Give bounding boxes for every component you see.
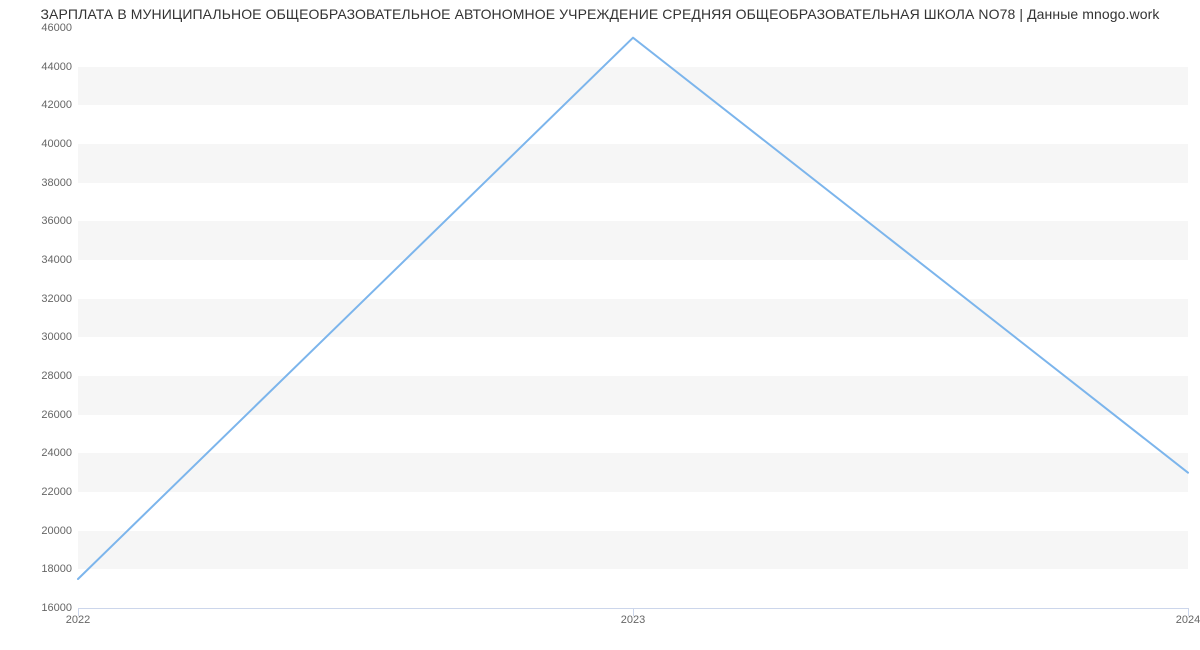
y-tick-label: 46000 (12, 22, 72, 34)
y-tick-label: 42000 (12, 99, 72, 111)
y-tick-label: 24000 (12, 447, 72, 459)
y-tick-label: 26000 (12, 409, 72, 421)
series-line (78, 38, 1188, 579)
y-tick-label: 16000 (12, 602, 72, 614)
y-tick-label: 28000 (12, 370, 72, 382)
y-tick-label: 18000 (12, 563, 72, 575)
y-tick-label: 40000 (12, 138, 72, 150)
y-tick-label: 32000 (12, 293, 72, 305)
chart-container: ЗАРПЛАТА В МУНИЦИПАЛЬНОЕ ОБЩЕОБРАЗОВАТЕЛ… (0, 0, 1200, 650)
x-tick-label: 2024 (1176, 614, 1200, 626)
plot-area (78, 28, 1188, 608)
y-tick-label: 36000 (12, 215, 72, 227)
y-tick-label: 22000 (12, 486, 72, 498)
y-tick-label: 30000 (12, 331, 72, 343)
chart-title: ЗАРПЛАТА В МУНИЦИПАЛЬНОЕ ОБЩЕОБРАЗОВАТЕЛ… (0, 6, 1200, 22)
x-tick-label: 2022 (66, 614, 90, 626)
x-tick-label: 2023 (621, 614, 645, 626)
y-tick-label: 20000 (12, 525, 72, 537)
y-tick-label: 34000 (12, 254, 72, 266)
y-tick-label: 44000 (12, 61, 72, 73)
y-tick-label: 38000 (12, 177, 72, 189)
line-layer (78, 28, 1188, 608)
